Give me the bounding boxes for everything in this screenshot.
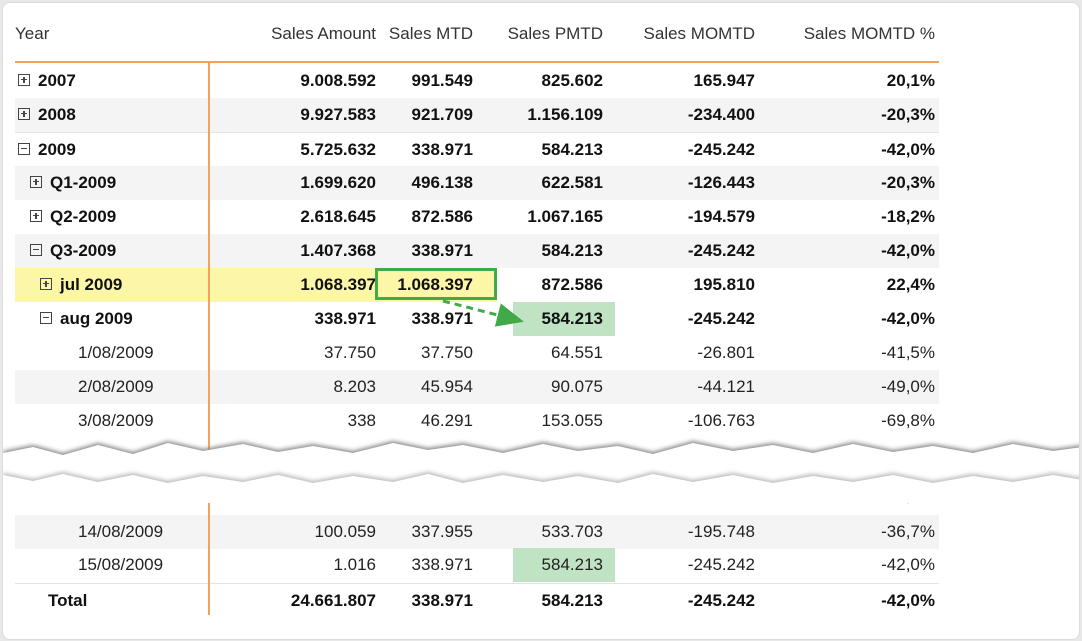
callout-arrow-icon [442, 299, 524, 327]
torn-edge-decoration [3, 441, 1079, 503]
matrix-visual-card: Year Sales Amount Sales MTD Sales PMTD S… [2, 2, 1080, 640]
sales-matrix: Year Sales Amount Sales MTD Sales PMTD S… [3, 3, 939, 639]
